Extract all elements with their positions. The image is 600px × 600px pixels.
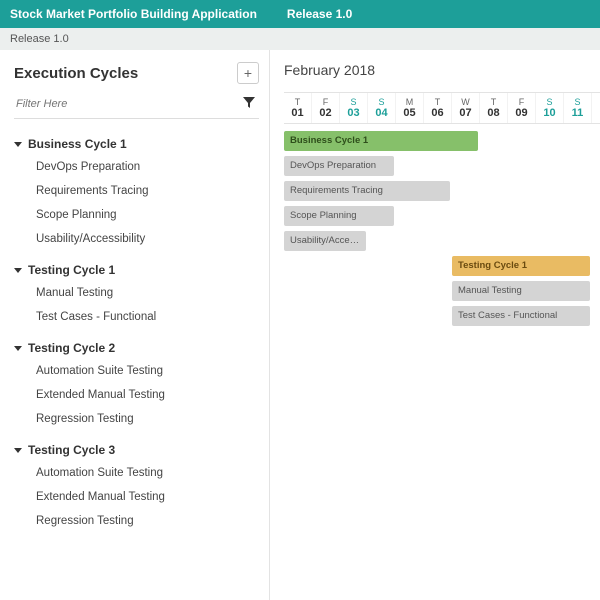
date-column: M05 — [396, 93, 424, 123]
chevron-down-icon — [14, 448, 22, 453]
tree-group-label: Testing Cycle 1 — [28, 263, 115, 277]
gantt-row: DevOps Preparation — [284, 155, 600, 177]
gantt-row: Scope Planning — [284, 205, 600, 227]
gantt-bar[interactable]: DevOps Preparation — [284, 156, 394, 176]
release-label[interactable]: Release 1.0 — [287, 7, 352, 21]
timeline-panel: February 2018 T01F02S03S04M05T06W07T08F0… — [270, 50, 600, 600]
gantt-row: Requirements Tracing — [284, 180, 600, 202]
top-bar: Stock Market Portfolio Building Applicat… — [0, 0, 600, 28]
tree-item[interactable]: Automation Suite Testing — [36, 359, 259, 383]
tree-item[interactable]: Extended Manual Testing — [36, 485, 259, 509]
tree-item[interactable]: Requirements Tracing — [36, 179, 259, 203]
gantt-bar[interactable]: Requirements Tracing — [284, 181, 450, 201]
gantt-bar[interactable]: Manual Testing — [452, 281, 590, 301]
tree-item[interactable]: Extended Manual Testing — [36, 383, 259, 407]
gantt-bar[interactable]: Scope Planning — [284, 206, 394, 226]
date-column: T06 — [424, 93, 452, 123]
plus-icon: + — [244, 65, 252, 81]
gantt-row: Usability/Accessi... — [284, 230, 600, 252]
date-column: S04 — [368, 93, 396, 123]
date-column: S11 — [564, 93, 592, 123]
tree-item[interactable]: Regression Testing — [36, 509, 259, 533]
timeline-month-label: February 2018 — [284, 62, 600, 78]
gantt-row: Testing Cycle 1 — [284, 255, 600, 277]
chevron-down-icon — [14, 142, 22, 147]
tree-group-header[interactable]: Business Cycle 1 — [14, 133, 259, 155]
date-column: F02 — [312, 93, 340, 123]
breadcrumb[interactable]: Release 1.0 — [10, 33, 69, 45]
date-column: T01 — [284, 93, 312, 123]
breadcrumb-bar: Release 1.0 — [0, 28, 600, 50]
tree-item[interactable]: DevOps Preparation — [36, 155, 259, 179]
app-title: Stock Market Portfolio Building Applicat… — [10, 7, 257, 21]
tree-group-label: Testing Cycle 2 — [28, 341, 115, 355]
tree-item[interactable]: Usability/Accessibility — [36, 227, 259, 251]
chevron-down-icon — [14, 346, 22, 351]
date-column: S10 — [536, 93, 564, 123]
date-header: T01F02S03S04M05T06W07T08F09S10S11 — [284, 92, 600, 124]
tree-group-header[interactable]: Testing Cycle 2 — [14, 337, 259, 359]
date-column: W07 — [452, 93, 480, 123]
cycle-tree: Business Cycle 1 DevOps PreparationRequir… — [14, 133, 259, 533]
tree-group-label: Testing Cycle 3 — [28, 443, 115, 457]
add-cycle-button[interactable]: + — [237, 62, 259, 84]
gantt-bar[interactable]: Test Cases - Functional — [452, 306, 590, 326]
tree-group-header[interactable]: Testing Cycle 3 — [14, 439, 259, 461]
date-column: S03 — [340, 93, 368, 123]
filter-icon[interactable] — [239, 97, 259, 112]
gantt-chart: Business Cycle 1 DevOps Preparation Requir… — [284, 130, 600, 327]
tree-item[interactable]: Test Cases - Functional — [36, 305, 259, 329]
tree-item[interactable]: Manual Testing — [36, 281, 259, 305]
gantt-bar[interactable]: Business Cycle 1 — [284, 131, 478, 151]
gantt-row: Manual Testing — [284, 280, 600, 302]
tree-item[interactable]: Regression Testing — [36, 407, 259, 431]
tree-item[interactable]: Scope Planning — [36, 203, 259, 227]
date-column: T08 — [480, 93, 508, 123]
gantt-row: Business Cycle 1 — [284, 130, 600, 152]
sidebar: Execution Cycles + Business Cycle 1 DevOp… — [0, 50, 270, 600]
tree-item[interactable]: Automation Suite Testing — [36, 461, 259, 485]
gantt-bar[interactable]: Usability/Accessi... — [284, 231, 366, 251]
tree-group-header[interactable]: Testing Cycle 1 — [14, 259, 259, 281]
gantt-bar[interactable]: Testing Cycle 1 — [452, 256, 590, 276]
sidebar-title: Execution Cycles — [14, 65, 138, 82]
date-column: F09 — [508, 93, 536, 123]
gantt-row: Test Cases - Functional — [284, 305, 600, 327]
filter-input[interactable] — [14, 94, 239, 114]
chevron-down-icon — [14, 268, 22, 273]
tree-group-label: Business Cycle 1 — [28, 137, 127, 151]
